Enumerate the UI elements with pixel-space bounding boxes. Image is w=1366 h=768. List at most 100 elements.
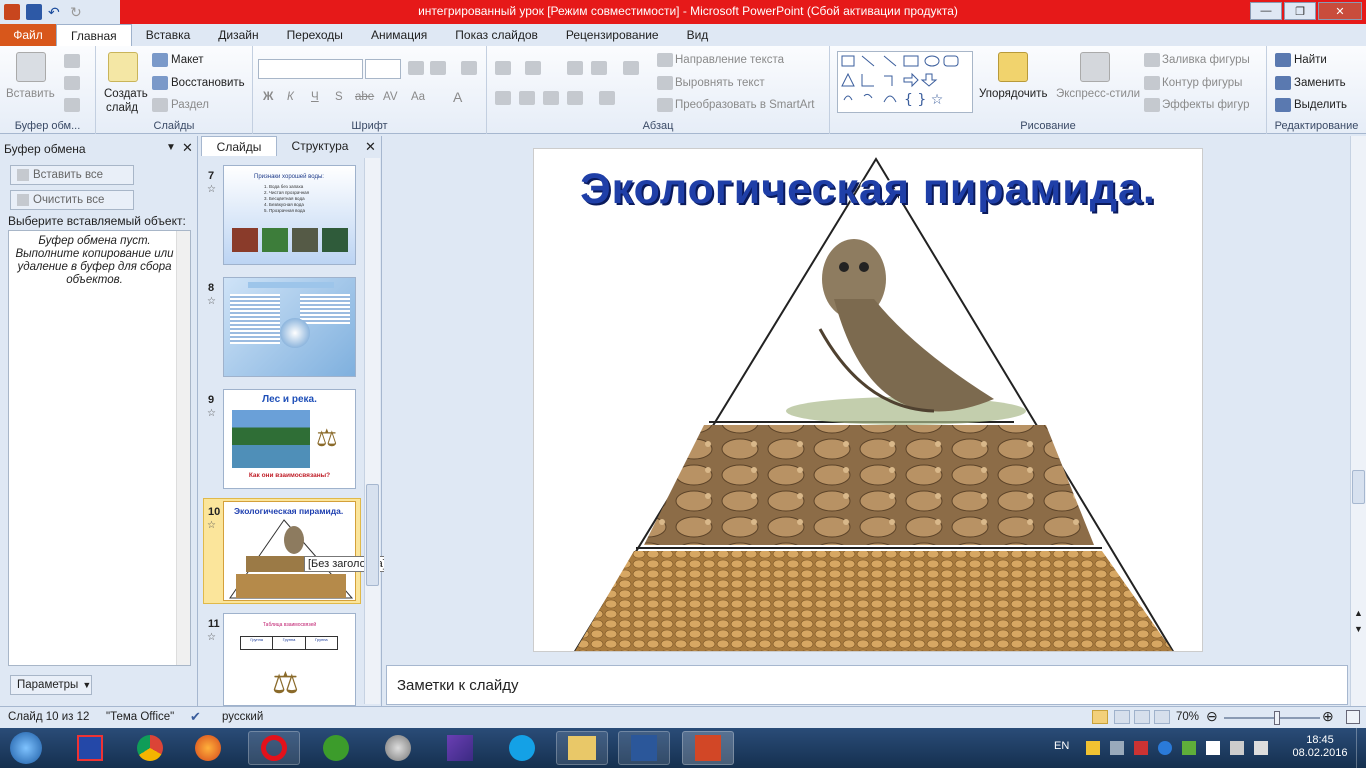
reset-button[interactable]: Восстановить	[171, 77, 245, 89]
taskbar-app[interactable]	[248, 731, 300, 765]
select-button[interactable]: Выделить	[1294, 99, 1347, 111]
battery-icon[interactable]	[1230, 741, 1244, 755]
grow-font-icon[interactable]	[408, 61, 424, 75]
fit-to-window-icon[interactable]	[1346, 710, 1360, 724]
show-desktop-button[interactable]	[1356, 728, 1366, 768]
close-icon[interactable]: ✕	[182, 140, 193, 156]
scrollbar-thumb[interactable]	[366, 484, 379, 586]
tab-slides[interactable]: Слайды	[201, 136, 277, 156]
tab-design[interactable]: Дизайн	[204, 24, 272, 46]
start-button[interactable]	[0, 731, 52, 765]
slideshow-icon[interactable]	[1154, 710, 1170, 724]
find-button[interactable]: Найти	[1294, 54, 1327, 66]
replace-button[interactable]: Заменить	[1294, 77, 1346, 89]
taskbar-app[interactable]	[372, 731, 424, 765]
change-case-button[interactable]: Aa	[411, 91, 425, 103]
clipboard-scrollbar[interactable]	[176, 231, 190, 665]
layout-button[interactable]: Макет	[171, 54, 204, 66]
columns-icon[interactable]	[599, 91, 615, 105]
slide-canvas[interactable]: Экологическая пирамида.	[533, 148, 1203, 652]
outdent-icon[interactable]	[591, 61, 607, 75]
shadow-button[interactable]: S	[335, 91, 343, 103]
tab-transitions[interactable]: Переходы	[273, 24, 357, 46]
zoom-level[interactable]: 70%	[1176, 711, 1199, 723]
volume-icon[interactable]	[1254, 741, 1268, 755]
shape-outline-button[interactable]: Контур фигуры	[1162, 77, 1242, 89]
scrollbar-thumb[interactable]	[1352, 470, 1365, 504]
justify-icon[interactable]	[567, 91, 583, 105]
tray-app-icon[interactable]	[1134, 741, 1148, 755]
font-name-combo[interactable]	[258, 59, 363, 79]
tab-animations[interactable]: Анимация	[357, 24, 441, 46]
spellcheck-icon[interactable]: ✔	[190, 709, 201, 725]
paste-all-button[interactable]: Вставить все	[10, 165, 134, 185]
text-direction-button[interactable]: Направление текста	[675, 54, 784, 66]
normal-view-icon[interactable]	[1092, 710, 1108, 724]
taskbar-app[interactable]	[64, 731, 116, 765]
clipboard-items-list[interactable]: Буфер обмена пуст. Выполните копирование…	[8, 230, 191, 666]
undo-icon[interactable]: ↶	[48, 4, 64, 20]
tray-app-icon[interactable]	[1182, 741, 1196, 755]
strikethrough-button[interactable]: abe	[355, 91, 374, 103]
shrink-font-icon[interactable]	[430, 61, 446, 75]
slide-thumbnail-selected[interactable]: Экологическая пирамида.	[223, 501, 356, 601]
shape-fill-button[interactable]: Заливка фигуры	[1162, 54, 1250, 66]
taskbar-app-active[interactable]	[682, 731, 734, 765]
clear-all-button[interactable]: Очистить все	[10, 190, 134, 210]
bold-button[interactable]: Ж	[263, 91, 273, 103]
quick-styles-button[interactable]: Экспресс-стили	[1056, 88, 1140, 100]
save-icon[interactable]	[26, 4, 42, 20]
slide-title[interactable]: Экологическая пирамида.	[534, 165, 1202, 214]
close-button[interactable]: ✕	[1318, 2, 1362, 20]
new-slide-icon[interactable]	[108, 52, 138, 82]
tab-home[interactable]: Главная	[56, 24, 132, 46]
slide-thumbnail[interactable]: Признаки хорошей воды: 1. Вода без запах…	[223, 165, 356, 265]
reading-view-icon[interactable]	[1134, 710, 1150, 724]
tab-insert[interactable]: Вставка	[132, 24, 205, 46]
input-language[interactable]: EN	[1054, 740, 1069, 752]
align-center-icon[interactable]	[519, 91, 535, 105]
tab-review[interactable]: Рецензирование	[552, 24, 673, 46]
quick-styles-icon[interactable]	[1080, 52, 1110, 82]
zoom-slider-thumb[interactable]	[1273, 711, 1280, 725]
slide-thumbnail[interactable]: Таблица взаимосвязей Группа Группа Групп…	[223, 613, 356, 706]
zoom-slider[interactable]	[1224, 711, 1320, 725]
taskbar-app[interactable]	[618, 731, 670, 765]
tab-file[interactable]: Файл	[0, 24, 56, 46]
taskbar-app[interactable]	[556, 731, 608, 765]
font-color-button[interactable]: A	[453, 89, 462, 105]
taskbar-app[interactable]	[182, 731, 234, 765]
powerpoint-logo-icon[interactable]	[4, 4, 20, 20]
bullets-icon[interactable]	[495, 61, 511, 75]
info-icon[interactable]	[1158, 741, 1172, 755]
align-left-icon[interactable]	[495, 91, 511, 105]
underline-button[interactable]: Ч	[311, 91, 319, 103]
shapes-gallery[interactable]: { } ☆	[837, 51, 973, 113]
thumbnails-scrollbar[interactable]	[364, 158, 380, 704]
align-text-button[interactable]: Выровнять текст	[675, 77, 765, 89]
previous-slide-icon[interactable]: ▲	[1354, 608, 1363, 618]
taskbar-app[interactable]	[434, 731, 486, 765]
taskbar-app[interactable]	[496, 731, 548, 765]
paste-icon[interactable]	[16, 52, 46, 82]
section-button[interactable]: Раздел	[171, 99, 209, 111]
paste-button[interactable]: Вставить	[6, 88, 55, 100]
zoom-in-icon[interactable]: ⊕	[1322, 708, 1334, 725]
slide-thumbnail[interactable]: Лес и река. ⚖ Как они взаимосвязаны?	[223, 389, 356, 489]
minimize-button[interactable]: —	[1250, 2, 1282, 20]
zoom-out-icon[interactable]: ⊖	[1206, 708, 1218, 725]
cut-icon[interactable]	[64, 54, 80, 68]
arrange-icon[interactable]	[998, 52, 1028, 82]
notes-pane[interactable]: Заметки к слайду	[386, 665, 1348, 705]
taskbar-app[interactable]	[310, 731, 362, 765]
tab-outline[interactable]: Структура	[279, 136, 361, 156]
new-slide-button[interactable]: Создать	[104, 88, 148, 100]
close-icon[interactable]: ✕	[365, 139, 376, 155]
chevron-down-icon[interactable]: ▼	[166, 142, 176, 153]
spacing-button[interactable]: AV	[383, 91, 398, 103]
slide-scrollbar[interactable]: ▲ ▼	[1350, 136, 1366, 706]
format-painter-icon[interactable]	[64, 98, 80, 112]
copy-icon[interactable]	[64, 76, 80, 90]
numbering-icon[interactable]	[525, 61, 541, 75]
options-button[interactable]: Параметры ▼	[10, 675, 92, 695]
